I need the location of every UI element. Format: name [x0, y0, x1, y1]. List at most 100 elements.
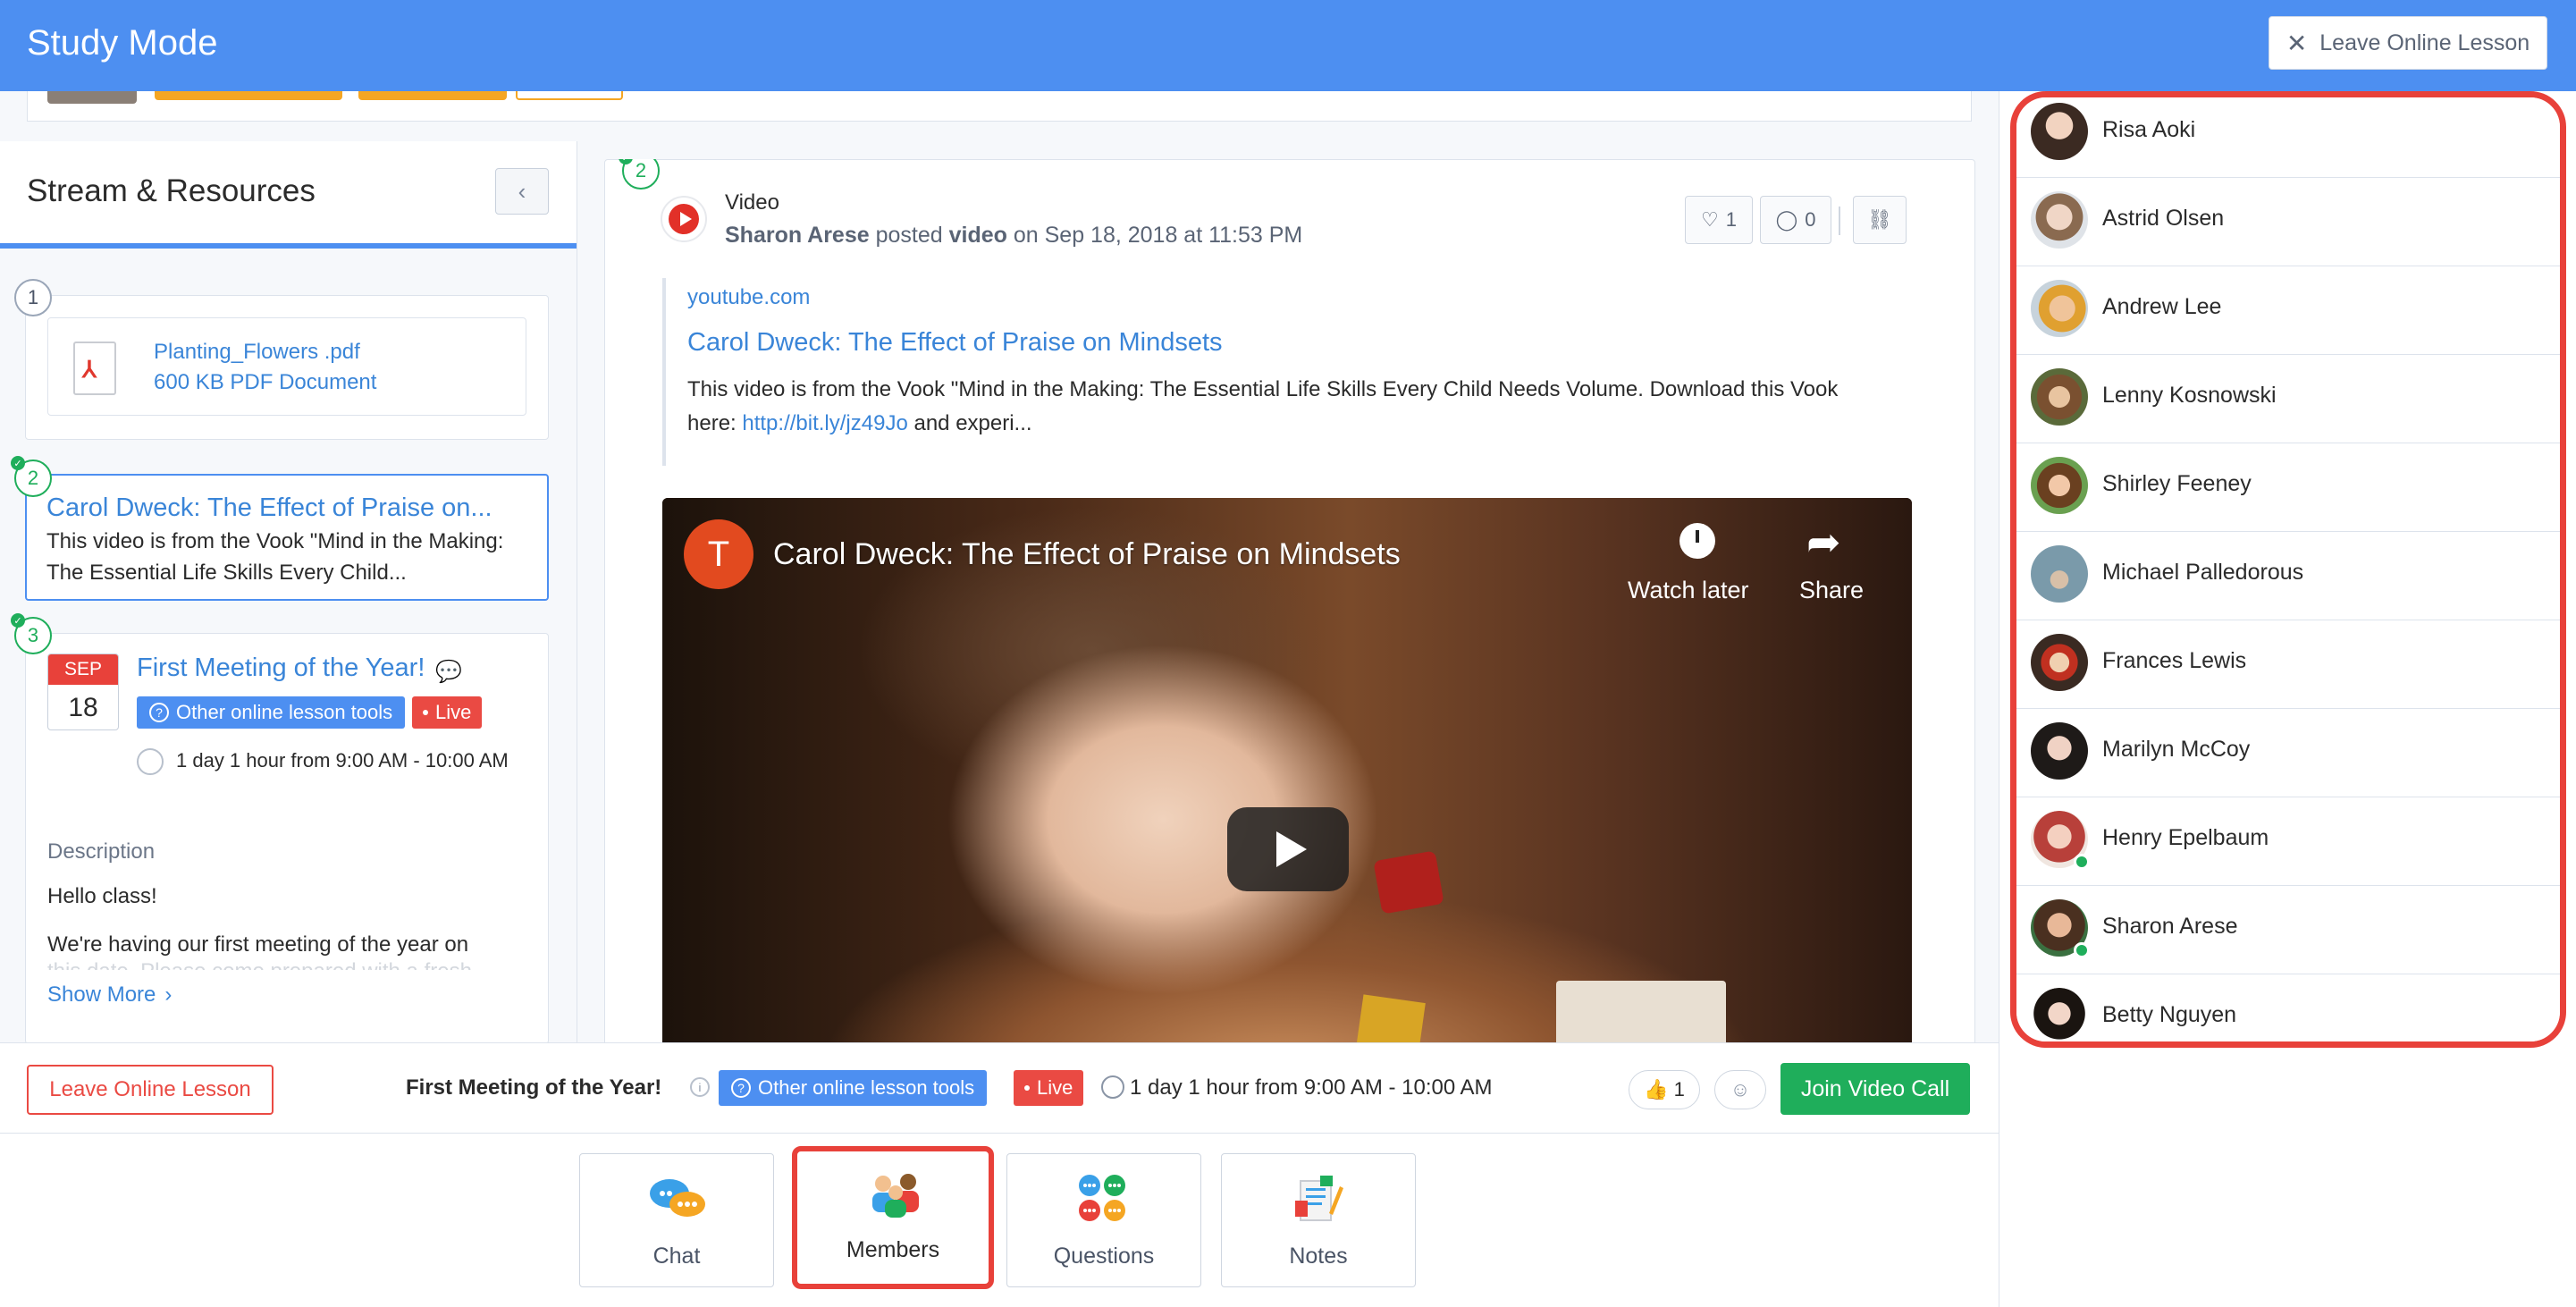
tools-tag[interactable]: ? Other online lesson tools — [719, 1070, 988, 1106]
close-icon: ✕ — [2286, 29, 2308, 57]
member-row[interactable]: Frances Lewis — [2016, 621, 2560, 709]
tools-tag[interactable]: ? Other online lesson tools — [137, 696, 406, 729]
video-title[interactable]: Carol Dweck: The Effect of Praise on Min… — [773, 537, 1401, 572]
tool-label: Notes — [1289, 1244, 1348, 1269]
thumbs-up-button[interactable]: 👍 1 — [1629, 1070, 1700, 1109]
file-size: 600 KB PDF Document — [154, 370, 377, 394]
clock-icon — [1101, 1075, 1124, 1099]
leave-online-lesson-label: Leave Online Lesson — [2319, 30, 2530, 55]
online-status-indicator — [2074, 942, 2090, 958]
link-title[interactable]: Carol Dweck: The Effect of Praise on Min… — [687, 328, 1223, 358]
post-author[interactable]: Sharon Arese — [725, 223, 870, 248]
member-name: Betty Nguyen — [2102, 1002, 2237, 1027]
tool-members[interactable]: Members — [792, 1146, 994, 1289]
member-row[interactable]: Lenny Kosnowski — [2016, 356, 2560, 443]
notes-icon — [1295, 1176, 1343, 1221]
video-frame-detail — [1556, 981, 1726, 1042]
pdf-attachment[interactable]: ⅄ Planting_Flowers .pdf 600 KB PDF Docum… — [47, 317, 526, 416]
leave-online-lesson-button[interactable]: ✕ Leave Online Lesson — [2269, 16, 2547, 70]
description-greeting: Hello class! — [47, 884, 157, 908]
avatar — [2031, 634, 2088, 691]
avatar — [2031, 368, 2088, 426]
channel-avatar[interactable]: T — [684, 519, 753, 589]
play-button[interactable] — [1227, 807, 1349, 891]
tag-chip — [155, 91, 342, 100]
copy-link-button[interactable]: ⛓ — [1853, 196, 1907, 244]
member-row[interactable]: Astrid Olsen — [2016, 179, 2560, 266]
like-count: 1 — [1725, 208, 1737, 231]
resource-card-event[interactable]: SEP 18 First Meeting of the Year! 💬 ? Ot… — [25, 633, 549, 1042]
share-icon[interactable]: ➦ — [1806, 518, 1841, 566]
check-icon: ✓ — [11, 613, 25, 628]
avatar — [2031, 988, 2088, 1041]
description-body: We're having our first meeting of the ye… — [47, 925, 530, 970]
event-time: 1 day 1 hour from 9:00 AM - 10:00 AM — [176, 749, 509, 772]
resource-card-pdf[interactable]: ⅄ Planting_Flowers .pdf 600 KB PDF Docum… — [25, 295, 549, 440]
tool-chat[interactable]: Chat — [579, 1153, 774, 1287]
file-name[interactable]: Planting_Flowers .pdf — [154, 340, 360, 365]
app-title: Study Mode — [27, 23, 218, 63]
resource-card-video[interactable]: Carol Dweck: The Effect of Praise on... … — [25, 474, 549, 601]
member-row[interactable]: Michael Palledorous — [2016, 533, 2560, 620]
live-badge: Live — [1014, 1070, 1084, 1106]
link-preview: youtube.com Carol Dweck: The Effect of P… — [662, 278, 1946, 466]
avatar — [2031, 545, 2088, 603]
collapse-panel-button[interactable]: ‹ — [495, 168, 549, 215]
leave-online-lesson-button[interactable]: Leave Online Lesson — [27, 1065, 274, 1115]
like-button[interactable]: ♡ 1 — [1685, 196, 1753, 244]
description-line-faded: this date. Please come prepared with a f… — [47, 952, 530, 970]
description-link[interactable]: http://bit.ly/jz49Jo — [742, 411, 907, 435]
link-domain[interactable]: youtube.com — [687, 285, 810, 310]
avatar — [2031, 103, 2088, 160]
member-name: Henry Epelbaum — [2102, 825, 2269, 850]
tool-questions[interactable]: Questions — [1006, 1153, 1201, 1287]
post-card: Video Sharon Arese posted video on Sep 1… — [604, 159, 1975, 1042]
member-row[interactable]: Shirley Feeney — [2016, 444, 2560, 532]
video-post-icon — [661, 196, 707, 242]
tool-notes[interactable]: Notes — [1221, 1153, 1416, 1287]
member-name: Frances Lewis — [2102, 648, 2247, 673]
add-reaction-button[interactable]: ☺ — [1714, 1070, 1766, 1109]
post-meta: Sharon Arese posted video on Sep 18, 201… — [725, 223, 1302, 249]
member-name: Andrew Lee — [2102, 294, 2222, 319]
members-icon — [872, 1174, 919, 1218]
member-row[interactable]: Andrew Lee — [2016, 267, 2560, 355]
top-bar: Study Mode ✕ Leave Online Lesson — [0, 0, 2576, 91]
post-date: on Sep 18, 2018 at 11:53 PM — [1013, 223, 1303, 248]
tag-chip — [358, 91, 507, 100]
questions-icon — [1079, 1175, 1125, 1221]
comment-button[interactable]: ◯ 0 — [1760, 196, 1831, 244]
tools-tag-label: Other online lesson tools — [176, 701, 393, 723]
member-row[interactable]: Betty Nguyen — [2016, 975, 2560, 1041]
pdf-file-icon: ⅄ — [73, 342, 116, 395]
link-desc-text: here: — [687, 411, 743, 435]
previous-event-strip — [27, 91, 1972, 122]
video-frame-detail — [1373, 850, 1444, 915]
thumbs-up-count: 1 — [1673, 1078, 1685, 1100]
event-title[interactable]: First Meeting of the Year! — [137, 654, 425, 683]
video-player[interactable]: T Carol Dweck: The Effect of Praise on M… — [662, 498, 1912, 1042]
member-row[interactable]: Risa Aoki — [2016, 97, 2560, 178]
member-row[interactable]: Sharon Arese — [2016, 887, 2560, 974]
live-dot-icon — [1024, 1085, 1030, 1091]
members-panel: Risa Aoki Astrid Olsen Andrew Lee Lenny … — [1999, 91, 2576, 1307]
watch-later-label[interactable]: Watch later — [1628, 577, 1749, 604]
member-name: Shirley Feeney — [2102, 471, 2252, 496]
comment-count: 0 — [1805, 208, 1816, 231]
chevron-left-icon: ‹ — [518, 177, 526, 205]
date-badge: SEP 18 — [47, 654, 119, 730]
link-description: This video is from the Vook "Mind in the… — [687, 373, 1939, 441]
member-row[interactable]: Henry Epelbaum — [2016, 798, 2560, 886]
chevron-right-icon: › — [164, 982, 173, 1007]
share-label[interactable]: Share — [1799, 577, 1864, 604]
member-row[interactable]: Marilyn McCoy — [2016, 710, 2560, 797]
clock-icon[interactable] — [1679, 523, 1715, 559]
info-icon[interactable]: i — [690, 1077, 710, 1097]
resource-title[interactable]: Carol Dweck: The Effect of Praise on... — [46, 493, 492, 523]
live-label: Live — [1037, 1076, 1073, 1099]
join-video-call-button[interactable]: Join Video Call — [1780, 1063, 1970, 1115]
show-more-link[interactable]: Show More › — [47, 982, 172, 1008]
description-label: Description — [47, 839, 156, 864]
event-time: 1 day 1 hour from 9:00 AM - 10:00 AM — [1130, 1075, 1493, 1100]
tag-chip — [516, 91, 623, 100]
